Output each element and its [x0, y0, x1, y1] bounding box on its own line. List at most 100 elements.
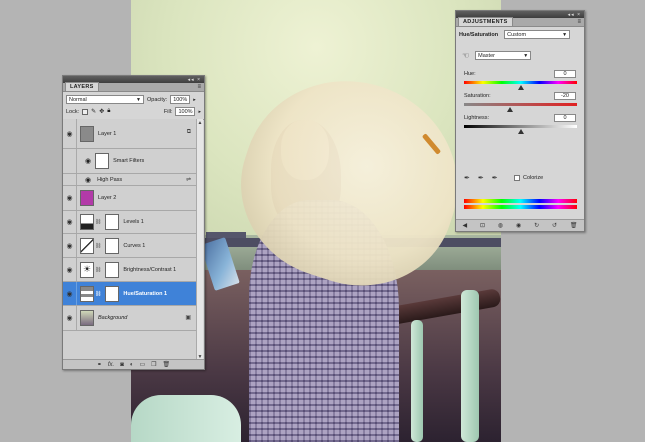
visibility-eye-icon[interactable]: [63, 174, 77, 185]
eyedropper-icon[interactable]: ✒: [464, 174, 470, 182]
link-icon[interactable]: ⛓: [95, 243, 101, 249]
layer-name: Layer 2: [98, 195, 117, 201]
layer-row-layer-1[interactable]: ◉ Layer 1 ⧉: [63, 119, 197, 149]
channel-dropdown[interactable]: Master ▼: [475, 51, 532, 60]
layer-row-background[interactable]: ◉ Background ▣: [63, 306, 197, 331]
lock-transparent-icon[interactable]: [82, 108, 89, 115]
lightness-slider-knob[interactable]: [518, 129, 524, 134]
link-icon[interactable]: ⛓: [95, 267, 101, 273]
layer-mask-thumbnail: [105, 214, 120, 230]
brightness-icon: ☀: [80, 261, 94, 278]
lock-pixels-icon[interactable]: ✎: [91, 108, 96, 115]
hue-value-field[interactable]: 0: [554, 70, 576, 78]
saturation-slider-track[interactable]: [464, 103, 577, 106]
visibility-eye-icon[interactable]: ◉: [63, 258, 77, 281]
layer-thumbnail: [80, 310, 94, 326]
eyedropper-plus-icon[interactable]: ✒: [478, 174, 484, 182]
railing-post: [411, 320, 423, 442]
link-layers-icon[interactable]: ⚭: [97, 361, 102, 368]
visibility-eye-icon[interactable]: ◉: [63, 119, 77, 148]
visibility-eye-icon[interactable]: ◉: [63, 282, 77, 305]
layer-row-hue-saturation-1[interactable]: ◉ ⛓ Hue/Saturation 1: [63, 282, 197, 306]
target-adjust-hand-icon[interactable]: ☜: [462, 51, 469, 60]
lightness-value-field[interactable]: 0: [554, 114, 576, 122]
adjustments-panel[interactable]: ◂◂ × ADJUSTMENTS ≡ Hue/Saturation Custom…: [455, 10, 585, 232]
layer-name: Levels 1: [123, 219, 144, 225]
visibility-eye-icon[interactable]: ◉: [63, 211, 77, 233]
colorize-checkbox[interactable]: [514, 175, 520, 181]
adjustment-title: Hue/Saturation: [459, 31, 499, 38]
colorize-option[interactable]: Colorize: [514, 175, 543, 181]
panel-menu-icon[interactable]: ≡: [577, 19, 581, 25]
layer-name: Background: [98, 315, 128, 321]
visibility-eye-icon[interactable]: ◉: [63, 234, 77, 257]
lightness-slider-track[interactable]: [464, 125, 577, 128]
layer-row-layer-2[interactable]: ◉ Layer 2: [63, 186, 197, 211]
close-icon[interactable]: ×: [577, 12, 581, 18]
reset-icon[interactable]: ↺: [552, 222, 557, 229]
chevron-down-icon: ▼: [562, 31, 568, 38]
collapse-icon[interactable]: ◂◂: [188, 77, 195, 83]
scroll-up-icon[interactable]: ▲: [197, 120, 203, 126]
layer-row-smart-filters[interactable]: ◉ Smart Filters: [63, 149, 197, 174]
visibility-eye-icon[interactable]: ◉: [63, 306, 77, 330]
layer-mask-thumbnail: [105, 237, 120, 254]
collapse-icon[interactable]: ◂◂: [568, 12, 575, 18]
hue-slider-knob[interactable]: [518, 85, 524, 90]
expand-view-icon[interactable]: ⊡: [480, 222, 485, 229]
layers-scrollbar[interactable]: ▲ ▼: [196, 119, 203, 361]
trash-icon[interactable]: 🗑︎: [163, 361, 171, 368]
blend-mode-dropdown[interactable]: Normal ▼: [66, 95, 144, 104]
result-spectrum-bar: [464, 205, 577, 209]
saturation-value-field[interactable]: -20: [554, 92, 576, 100]
link-icon[interactable]: ⛓: [95, 291, 101, 297]
fx-icon[interactable]: fx.: [108, 362, 114, 368]
layer-row-levels-1[interactable]: ◉ ⛓ Levels 1: [63, 211, 197, 234]
hue-slider-track[interactable]: [464, 81, 577, 84]
add-mask-icon[interactable]: ◙: [120, 362, 124, 368]
lock-position-icon[interactable]: ✥: [99, 108, 104, 115]
visibility-eye-icon[interactable]: [63, 149, 77, 173]
layer-row-curves-1[interactable]: ◉ ⛓ Curves 1: [63, 234, 197, 258]
clip-to-layer-icon[interactable]: ◍: [498, 222, 503, 229]
preset-dropdown[interactable]: Custom ▼: [504, 30, 571, 39]
layer-name: Hue/Saturation 1: [123, 290, 168, 297]
eyedropper-minus-icon[interactable]: ✒: [492, 174, 498, 182]
trash-icon[interactable]: 🗑︎: [570, 222, 578, 229]
layers-footer: ⚭ fx. ◙ ◐ ▭ ❐ 🗑︎: [63, 359, 204, 369]
adjustment-header: Hue/Saturation Custom ▼: [456, 27, 584, 42]
opacity-label: Opacity:: [147, 96, 168, 103]
saturation-slider-knob[interactable]: [507, 107, 513, 112]
fill-arrow-icon[interactable]: ▸: [198, 109, 201, 115]
link-icon[interactable]: ⛓: [95, 219, 101, 225]
tab-layers[interactable]: LAYERS: [65, 82, 99, 91]
filter-options-icon[interactable]: ⇌: [186, 176, 191, 183]
opacity-arrow-icon[interactable]: ▸: [193, 97, 196, 103]
panel-menu-icon[interactable]: ≡: [197, 84, 201, 90]
lock-label: Lock:: [66, 108, 80, 115]
layers-panel[interactable]: ◂◂ × LAYERS ≡ Normal ▼ Opacity: 100% ▸ L…: [62, 75, 205, 370]
view-previous-icon[interactable]: ↻: [534, 222, 539, 229]
opacity-field[interactable]: 100%: [170, 95, 191, 104]
group-folder-icon[interactable]: ▭: [139, 361, 145, 368]
channel-row: ☜ Master ▼: [462, 51, 532, 60]
visibility-eye-icon[interactable]: ◉: [85, 157, 91, 165]
tab-adjustments[interactable]: ADJUSTMENTS: [458, 17, 513, 26]
layer-name: Brightness/Contrast 1: [123, 266, 177, 273]
close-icon[interactable]: ×: [197, 77, 201, 83]
fill-label: Fill:: [163, 108, 173, 115]
railing-post: [461, 290, 479, 442]
eyedropper-group: ✒ ✒ ✒: [464, 174, 498, 182]
visibility-eye-icon[interactable]: ◉: [63, 186, 77, 210]
fill-field[interactable]: 100%: [175, 107, 196, 116]
lock-all-icon[interactable]: 🔒︎: [107, 108, 110, 115]
layer-row-brightness-contrast-1[interactable]: ◉ ☀ ⛓ Brightness/Contrast 1: [63, 258, 197, 282]
adjustment-layer-icon[interactable]: ◐: [130, 362, 134, 368]
opacity-value: 100%: [173, 96, 188, 103]
new-layer-icon[interactable]: ❐: [151, 361, 156, 368]
visibility-eye-icon[interactable]: ◉: [85, 176, 91, 184]
visibility-eye-icon[interactable]: ◉: [516, 222, 521, 229]
back-arrow-icon[interactable]: ◀: [462, 222, 467, 229]
layer-row-high-pass[interactable]: ◉ High Pass ⇌: [63, 174, 197, 186]
lock-icon: ▣: [185, 315, 191, 321]
